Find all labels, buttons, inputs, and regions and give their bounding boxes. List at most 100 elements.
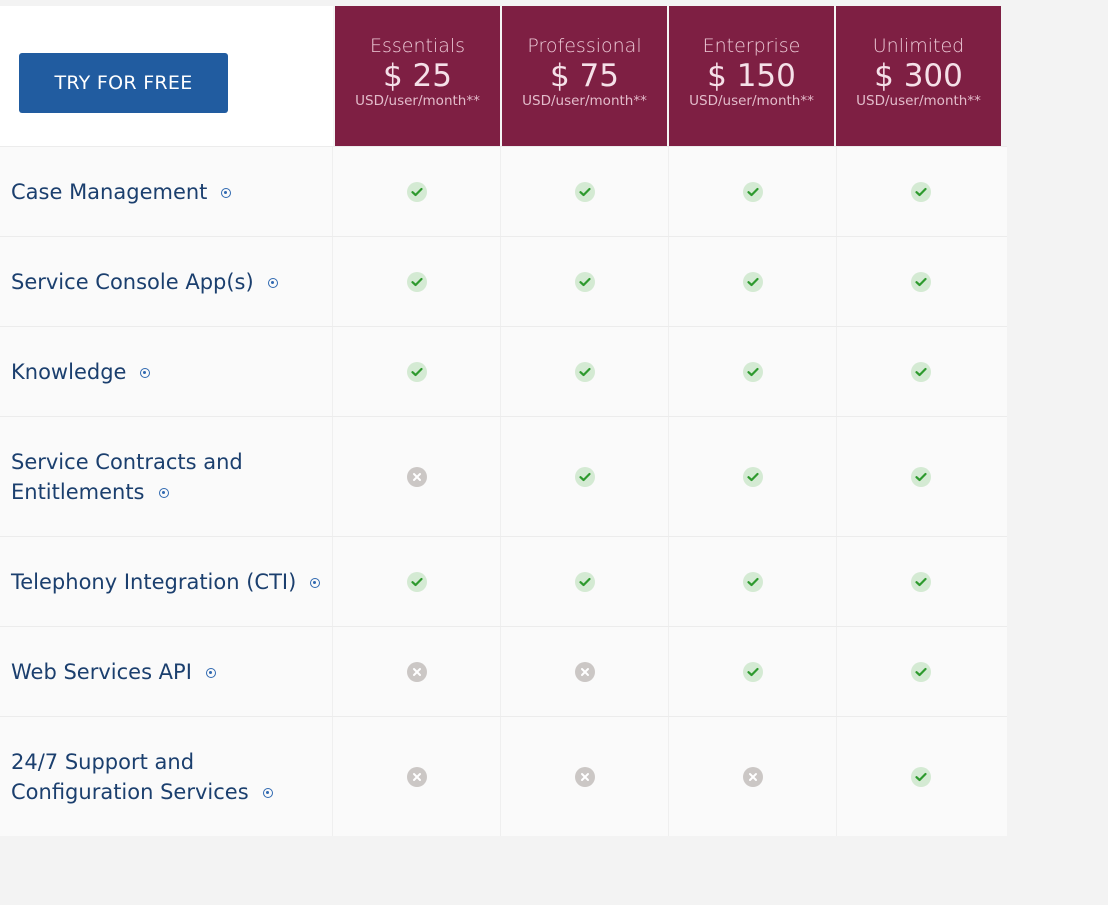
check-circle-icon [406,571,427,592]
feature-name: Web Services API [11,657,216,687]
plan-professional: Professional $ 75 USD/user/month** [500,6,667,146]
availability-cell-unlimited [837,417,1005,536]
check-circle-icon [574,361,595,382]
availability-cell-essentials [333,147,501,236]
plan-price: $ 300 [874,58,963,94]
feature-name: 24/7 Support and Configuration Services [11,747,273,807]
plan-unit: USD/user/month** [355,93,480,109]
availability-cell-enterprise [669,147,837,236]
check-circle-icon [911,361,931,382]
availability-cell-essentials [333,627,501,716]
feature-name: Knowledge [11,357,151,387]
availability-cell-enterprise [669,417,837,536]
availability-cell-enterprise [669,237,837,326]
availability-cell-unlimited [837,147,1005,236]
plan-name: Professional [527,35,642,57]
feature-name-line: Web Services API [11,659,192,684]
check-circle-icon [742,466,763,487]
feature-row: 24/7 Support and Configuration Services [0,716,1007,836]
availability-cell-enterprise [669,627,837,716]
plan-price: $ 25 [382,58,453,94]
feature-row: Service Console App(s) [0,236,1007,326]
feature-name: Service Contracts and Entitlements [11,447,243,507]
feature-name-line: Configuration Services [11,779,249,804]
availability-cell-unlimited [837,537,1005,626]
x-circle-icon [406,766,427,787]
feature-name-line: Entitlements [11,479,145,504]
plan-unit: USD/user/month** [522,93,647,109]
feature-label-cell: Telephony Integration (CTI) [0,537,333,626]
feature-name: Telephony Integration (CTI) [11,567,321,597]
check-circle-icon [742,571,763,592]
availability-cell-enterprise [669,537,837,626]
info-dot-icon[interactable] [158,487,169,498]
info-dot-icon[interactable] [140,367,151,378]
availability-cell-unlimited [837,627,1005,716]
info-dot-icon[interactable] [205,667,216,678]
feature-name-line: Service Contracts and [11,449,243,474]
check-circle-icon [911,766,931,787]
feature-row: Web Services API [0,626,1007,716]
availability-cell-unlimited [837,327,1005,416]
availability-cell-professional [501,717,669,836]
availability-cell-professional [501,237,669,326]
availability-cell-essentials [333,237,501,326]
plan-unit: USD/user/month** [856,93,981,109]
feature-rows: Case Management Service Console App(s) Kno… [0,146,1007,836]
x-circle-icon [406,661,427,682]
check-circle-icon [574,271,595,292]
plan-name: Essentials [369,35,466,57]
availability-cell-professional [501,327,669,416]
feature-name: Case Management [11,177,232,207]
plan-unit: USD/user/month** [689,93,814,109]
feature-row: Case Management [0,146,1007,236]
availability-cell-essentials [333,417,501,536]
check-circle-icon [574,466,595,487]
feature-name-line: 24/7 Support and [11,749,195,774]
feature-label-cell: 24/7 Support and Configuration Services [0,717,333,836]
check-circle-icon [574,571,595,592]
feature-row: Service Contracts and Entitlements [0,416,1007,536]
check-circle-icon [742,271,763,292]
availability-cell-unlimited [837,237,1005,326]
feature-name-line: Service Console App(s) [11,269,254,294]
x-circle-icon [574,766,595,787]
plan-price: $ 75 [549,58,620,94]
check-circle-icon [911,466,931,487]
feature-label-cell: Knowledge [0,327,333,416]
plan-name: Unlimited [872,35,965,57]
availability-cell-unlimited [837,717,1005,836]
info-dot-icon[interactable] [221,187,232,198]
feature-name-line: Case Management [11,179,208,204]
availability-cell-professional [501,417,669,536]
check-circle-icon [911,271,931,292]
x-circle-icon [406,466,427,487]
check-circle-icon [742,361,763,382]
availability-cell-enterprise [669,327,837,416]
feature-row: Knowledge [0,326,1007,416]
feature-name-line: Knowledge [11,359,127,384]
info-dot-icon[interactable] [262,787,273,798]
check-circle-icon [742,661,763,682]
feature-label-cell: Web Services API [0,627,333,716]
availability-cell-enterprise [669,717,837,836]
availability-cell-professional [501,537,669,626]
pricing-table: TRY FOR FREE Essentials $ 25 USD/user/mo… [0,6,1007,836]
check-circle-icon [406,181,427,202]
header-cta-cell: TRY FOR FREE [0,6,333,146]
feature-label-cell: Case Management [0,147,333,236]
try-for-free-button[interactable]: TRY FOR FREE [19,53,228,113]
pricing-header: TRY FOR FREE Essentials $ 25 USD/user/mo… [0,6,1007,146]
x-circle-icon [574,661,595,682]
info-dot-icon[interactable] [310,577,321,588]
check-circle-icon [911,661,931,682]
availability-cell-essentials [333,717,501,836]
check-circle-icon [911,181,931,202]
availability-cell-essentials [333,537,501,626]
info-dot-icon[interactable] [267,277,278,288]
check-circle-icon [406,271,427,292]
feature-label-cell: Service Console App(s) [0,237,333,326]
check-circle-icon [742,181,763,202]
plan-price: $ 150 [707,58,796,94]
feature-name: Service Console App(s) [11,267,278,297]
